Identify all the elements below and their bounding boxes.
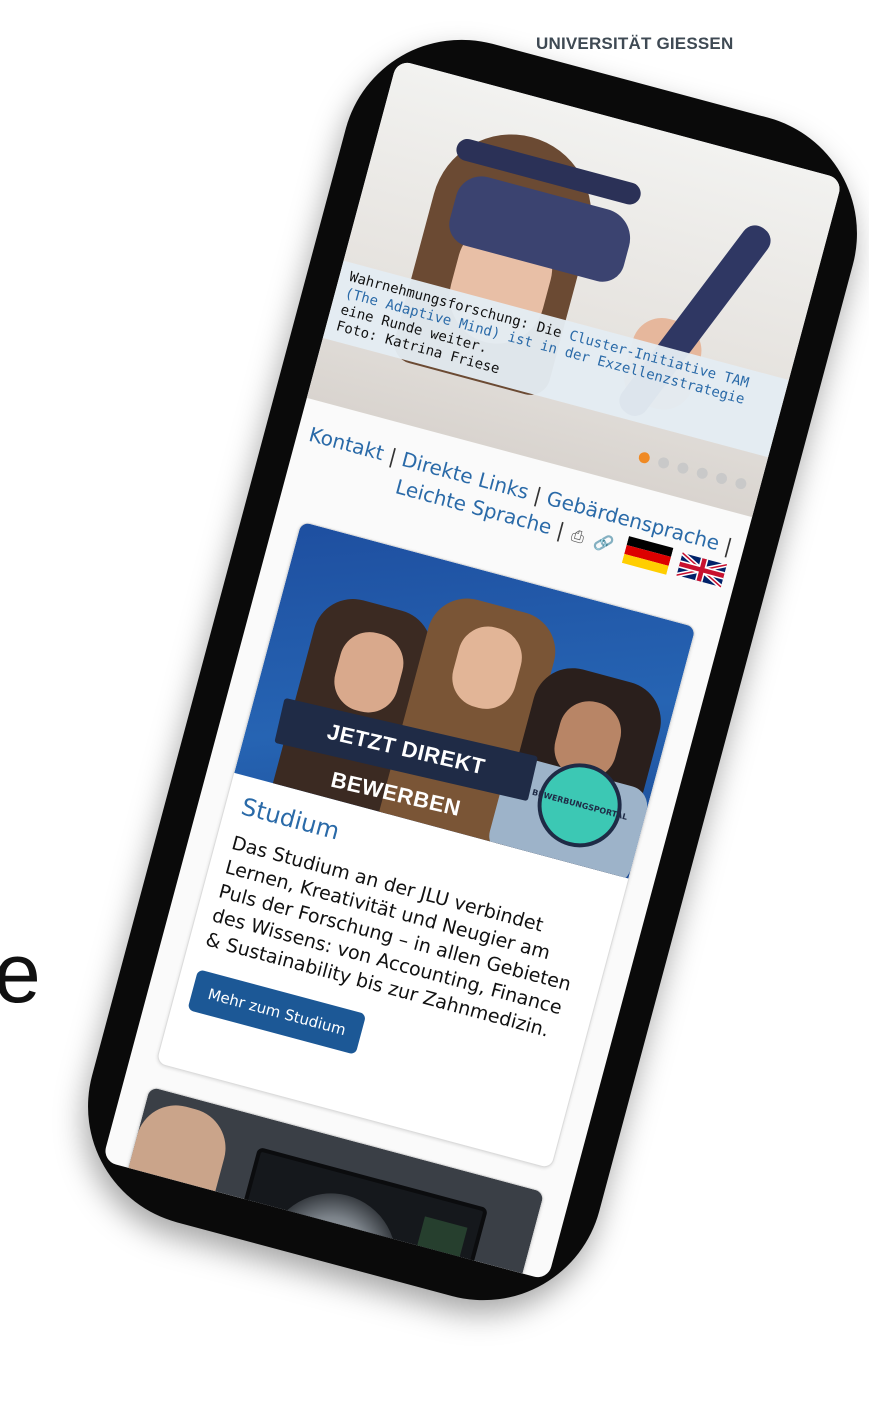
slider-dot-2[interactable]: [656, 456, 671, 470]
university-name: UNIVERSITÄT GIESSEN: [536, 34, 734, 53]
slider-dot-1[interactable]: [637, 450, 652, 465]
link-separator: |: [531, 482, 545, 508]
slider-dot-4[interactable]: [695, 466, 709, 480]
badge-text: BEWERBUNGSPORTAL: [531, 787, 629, 822]
slider-dot-5[interactable]: [714, 471, 729, 486]
slider-dots: [637, 450, 748, 491]
slider-dot-3[interactable]: [676, 461, 690, 475]
print-icon[interactable]: ⎙: [569, 526, 586, 548]
link-icon[interactable]: 🔗: [591, 532, 615, 556]
side-text-fragment: e: [0, 926, 41, 1020]
link-separator: |: [386, 443, 400, 469]
slider-dot-6[interactable]: [734, 476, 748, 491]
link-separator: |: [722, 533, 735, 559]
phone-mockup: Wahrnehmungsforschung: Die Cluster-Initi…: [61, 12, 869, 1328]
uk-flag-icon[interactable]: [676, 549, 728, 590]
link-kontakt[interactable]: Kontakt: [306, 422, 386, 465]
link-separator: |: [554, 517, 568, 543]
